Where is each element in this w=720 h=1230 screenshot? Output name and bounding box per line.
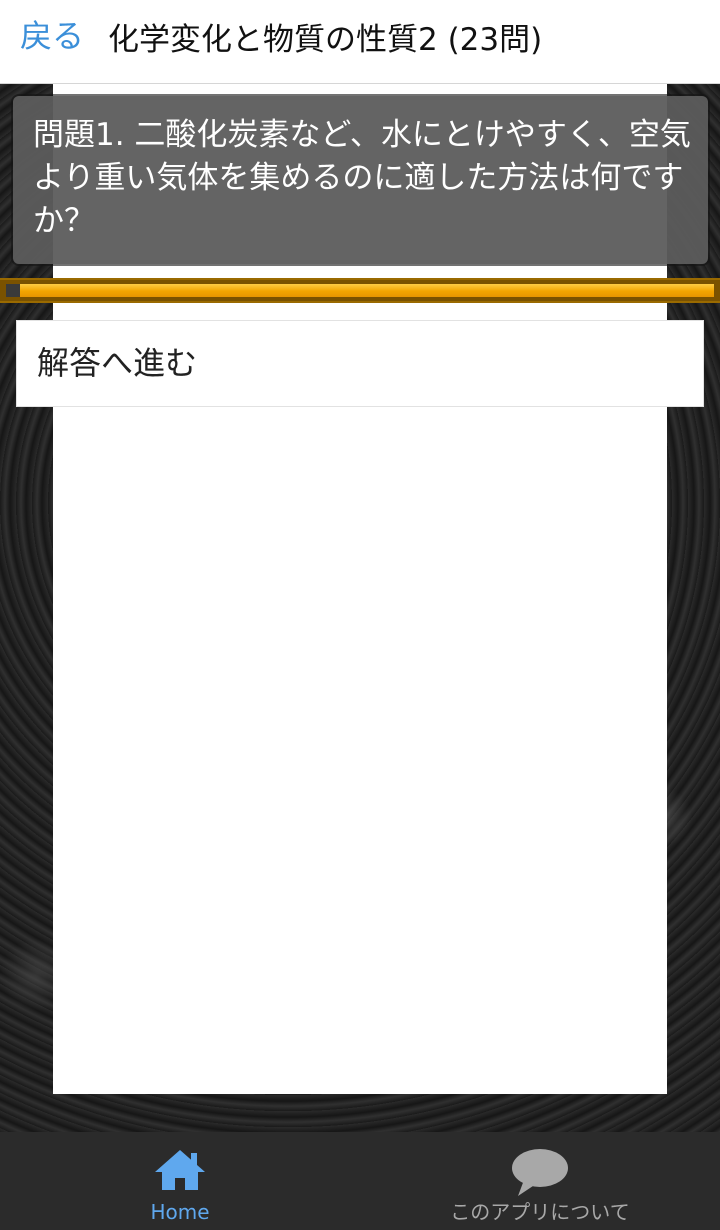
app-header: 戻る 化学変化と物質の性質2 (23問) <box>0 0 720 84</box>
nav-label-about: このアプリについて <box>450 1200 630 1224</box>
proceed-to-answer-label: 解答へ進む <box>37 344 198 382</box>
speech-bubble-icon <box>510 1148 570 1202</box>
question-card: 問題1. 二酸化炭素など、水にとけやすく、空気より重い気体を集めるのに適した方法… <box>13 96 708 264</box>
back-button[interactable]: 戻る <box>20 16 84 56</box>
progress-bar <box>0 278 720 303</box>
home-icon <box>153 1148 207 1196</box>
question-text: 問題1. 二酸化炭素など、水にとけやすく、空気より重い気体を集めるのに適した方法… <box>33 117 691 239</box>
nav-label-home: Home <box>150 1200 210 1224</box>
progress-track <box>6 284 714 297</box>
bottom-navigation: Home このアプリについて <box>0 1132 720 1230</box>
page-title: 化学変化と物質の性質2 (23問) <box>108 22 543 58</box>
nav-item-about[interactable]: このアプリについて <box>360 1132 720 1230</box>
nav-item-home[interactable]: Home <box>0 1132 360 1230</box>
proceed-to-answer-button[interactable]: 解答へ進む <box>16 320 704 407</box>
progress-fill <box>20 284 714 297</box>
